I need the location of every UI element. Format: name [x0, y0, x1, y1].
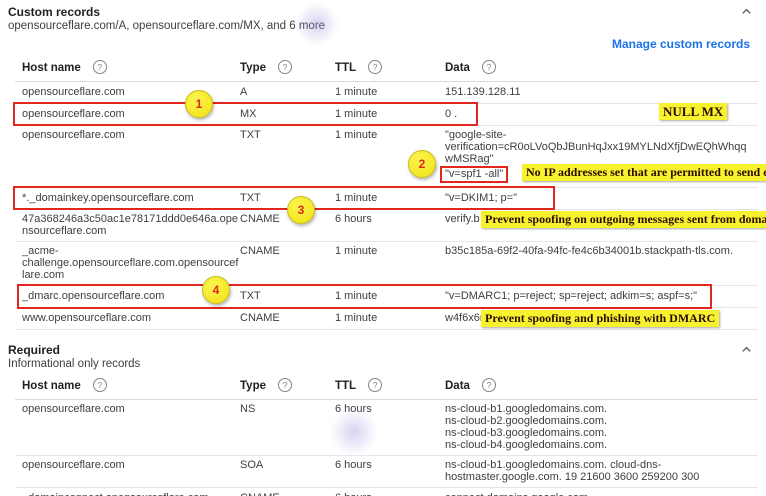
data-cell-spf: "v=spf1 -all" — [440, 166, 508, 183]
data-cell: b35c185a-69f2-40fa-94fc-fe4c6b34001b.sta… — [445, 245, 747, 257]
help-icon[interactable]: ? — [368, 378, 382, 392]
table-row: opensourceflare.com A 1 minute 151.139.1… — [15, 82, 758, 104]
type-cell: MX — [240, 108, 335, 121]
data-cell: ns-cloud-b4.googledomains.com. — [445, 439, 747, 451]
table-row: opensourceflare.com NS 6 hours ns-cloud-… — [15, 400, 758, 456]
help-icon[interactable]: ? — [368, 60, 382, 74]
col-data: Data — [445, 380, 470, 392]
host-cell: _domainconnect.opensourceflare.com — [15, 492, 240, 496]
table-row: _domainconnect.opensourceflare.com CNAME… — [15, 488, 758, 496]
annotation-highlight-dkim: Prevent spoofing on outgoing messages se… — [481, 211, 766, 228]
custom-records-section: Custom records opensourceflare.com/A, op… — [0, 0, 766, 330]
data-cell: "v=DMARC1; p=reject; sp=reject; adkim=s;… — [445, 290, 747, 303]
section-subtitle: opensourceflare.com/A, opensourceflare.c… — [8, 19, 758, 33]
annotation-marker-1: 1 — [185, 90, 213, 118]
host-cell: 47a368246a3c50ac1e78171ddd0e646a.opensou… — [15, 213, 240, 237]
dns-records-page: Custom records opensourceflare.com/A, op… — [0, 0, 766, 496]
help-icon[interactable]: ? — [278, 60, 292, 74]
annotation-marker-3: 3 — [287, 196, 315, 224]
chevron-up-icon[interactable] — [739, 4, 754, 22]
annotation-marker-2: 2 — [408, 150, 436, 178]
table-header-row: Host name? Type? TTL? Data? — [15, 373, 758, 400]
col-ttl: TTL — [335, 62, 356, 74]
data-cell: ns-cloud-b1.googledomains.com. — [445, 403, 747, 415]
help-icon[interactable]: ? — [482, 378, 496, 392]
ttl-cell: 1 minute — [335, 129, 445, 142]
type-cell: TXT — [240, 290, 335, 303]
help-icon[interactable]: ? — [93, 378, 107, 392]
ttl-cell: 6 hours — [335, 403, 445, 416]
data-cell: ns-cloud-b2.googledomains.com. — [445, 415, 747, 427]
manage-custom-records-link[interactable]: Manage custom records — [612, 37, 750, 51]
data-cell: ns-cloud-b1.googledomains.com. cloud-dns… — [445, 459, 747, 483]
host-cell: *._domainkey.opensourceflare.com — [15, 192, 240, 205]
data-cell: verify.b — [445, 213, 480, 225]
table-row: 4 _dmarc.opensourceflare.com TXT 1 minut… — [15, 286, 758, 308]
table-row: 3 *._domainkey.opensourceflare.com TXT 1… — [15, 188, 758, 210]
host-cell: opensourceflare.com — [15, 459, 240, 471]
table-header-row: Host name? Type? TTL? Data? — [15, 55, 758, 82]
table-row: opensourceflare.com SOA 6 hours ns-cloud… — [15, 456, 758, 488]
table-row: 47a368246a3c50ac1e78171ddd0e646a.opensou… — [15, 210, 758, 242]
section-title: Custom records — [8, 5, 758, 19]
ttl-cell: 1 minute — [335, 290, 445, 303]
required-records-table: Host name? Type? TTL? Data? opensourcefl… — [15, 373, 758, 496]
col-type: Type — [240, 380, 266, 392]
col-type: Type — [240, 62, 266, 74]
help-icon[interactable]: ? — [278, 378, 292, 392]
ttl-cell: 6 hours — [335, 492, 445, 496]
section-subtitle: Informational only records — [8, 357, 758, 371]
type-cell: TXT — [240, 129, 335, 142]
annotation-highlight-spf: No IP addresses set that are permitted t… — [522, 164, 766, 181]
ttl-cell: 1 minute — [335, 245, 445, 258]
chevron-up-icon[interactable] — [739, 342, 754, 360]
host-cell: opensourceflare.com — [15, 129, 240, 141]
custom-records-table: Host name? Type? TTL? Data? opensourcefl… — [15, 55, 758, 330]
ttl-cell: 1 minute — [335, 108, 445, 121]
host-cell: _acme-challenge.opensourceflare.com.open… — [15, 245, 240, 281]
ttl-cell: 1 minute — [335, 86, 445, 99]
table-row: opensourceflare.com TXT 1 minute "google… — [15, 126, 758, 188]
data-cell: "google-site-verification=cR0oLVoQbJBunH… — [445, 129, 747, 165]
custom-records-header: Custom records opensourceflare.com/A, op… — [0, 0, 766, 33]
type-cell: CNAME — [240, 492, 335, 496]
data-cell: "v=DKIM1; p=" — [445, 192, 747, 205]
col-host-name: Host name — [22, 380, 81, 392]
table-row: _acme-challenge.opensourceflare.com.open… — [15, 242, 758, 286]
host-cell: www.opensourceflare.com — [15, 312, 240, 325]
annotation-highlight-dmarc: Prevent spoofing and phishing with DMARC — [481, 310, 719, 327]
section-title: Required — [8, 343, 758, 357]
type-cell: SOA — [240, 459, 335, 472]
col-data: Data — [445, 62, 470, 74]
type-cell: CNAME — [240, 312, 335, 325]
ttl-cell: 1 minute — [335, 312, 445, 325]
annotation-highlight-null-mx: NULL MX — [659, 103, 727, 120]
type-cell: CNAME — [240, 245, 335, 258]
required-records-section: Required Informational only records Host… — [0, 338, 766, 496]
type-cell: NS — [240, 403, 335, 416]
help-icon[interactable]: ? — [482, 60, 496, 74]
table-row: 1 NULL MX opensourceflare.com MX 1 minut… — [15, 104, 758, 126]
table-row: www.opensourceflare.com CNAME 1 minute w… — [15, 308, 758, 330]
help-icon[interactable]: ? — [93, 60, 107, 74]
ttl-cell: 1 minute — [335, 192, 445, 205]
ttl-cell: 6 hours — [335, 213, 445, 226]
required-records-header: Required Informational only records — [0, 338, 766, 371]
data-cell: 151.139.128.11 — [445, 86, 747, 99]
host-cell: opensourceflare.com — [15, 403, 240, 415]
col-host-name: Host name — [22, 62, 81, 74]
type-cell: A — [240, 86, 335, 99]
col-ttl: TTL — [335, 380, 356, 392]
data-cell: connect.domains.google.com. — [445, 492, 747, 496]
data-cell: ns-cloud-b3.googledomains.com. — [445, 427, 747, 439]
annotation-marker-4: 4 — [202, 276, 230, 304]
ttl-cell: 6 hours — [335, 459, 445, 472]
